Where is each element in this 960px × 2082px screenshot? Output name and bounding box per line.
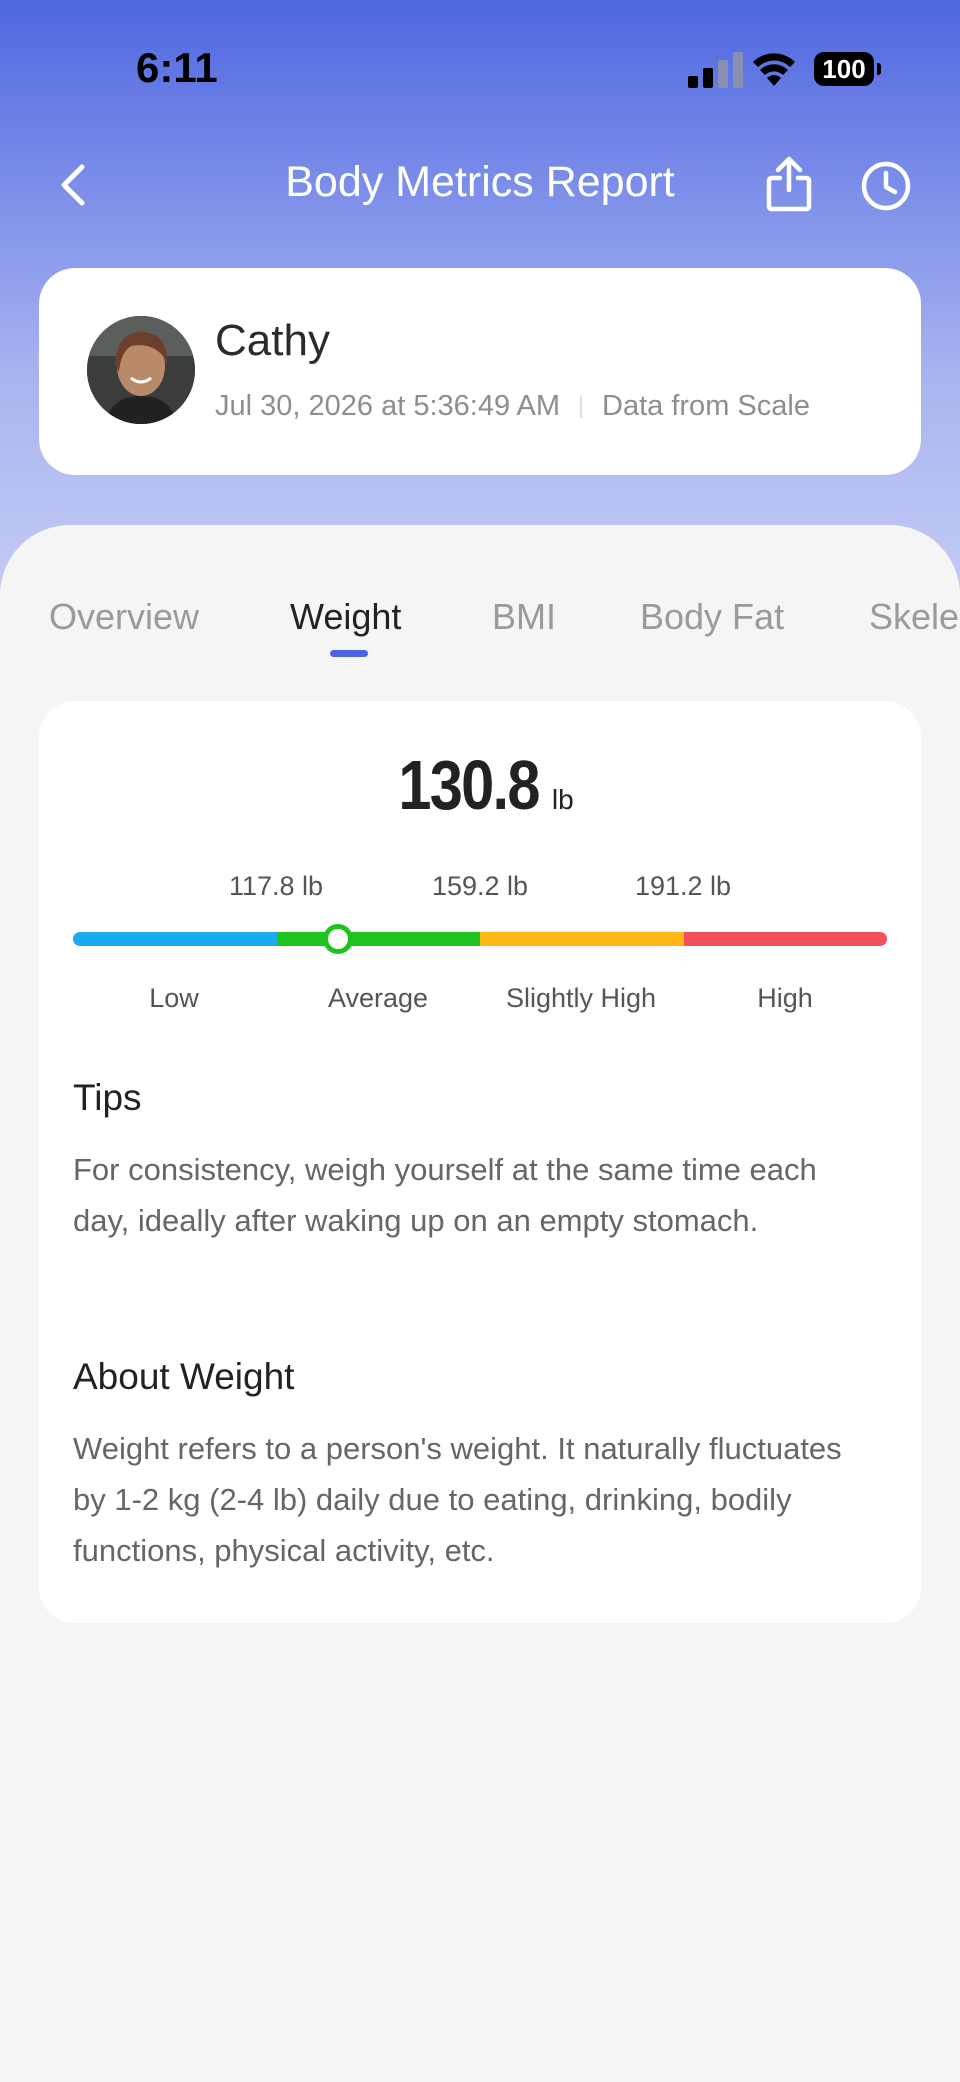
active-tab-indicator <box>330 650 368 657</box>
user-photo-icon <box>87 316 195 424</box>
weight-value: 130.8 <box>398 746 541 824</box>
weight-range-gauge <box>73 932 887 946</box>
wifi-icon <box>753 53 795 86</box>
share-button[interactable] <box>764 156 814 212</box>
tab-weight[interactable]: Weight <box>290 596 401 638</box>
range-label-low: Low <box>149 983 199 1013</box>
about-weight-body: Weight refers to a person's weight. It n… <box>73 1431 842 1568</box>
tab-skeletal[interactable]: Skele <box>869 596 959 638</box>
tab-overview[interactable]: Overview <box>49 596 199 638</box>
weight-card: 130.8 lb 117.8 lb 159.2 lb 191.2 lb Low … <box>39 701 921 1623</box>
user-name: Cathy <box>215 316 330 365</box>
tips-title: Tips <box>73 1077 142 1118</box>
share-icon <box>766 156 812 212</box>
weight-reading: 130.8 lb <box>39 745 921 825</box>
cellular-signal-icon <box>688 52 743 88</box>
tips-body: For consistency, weigh yourself at the s… <box>73 1152 817 1238</box>
gauge-segment-slightly-high <box>480 932 684 946</box>
tab-body-fat[interactable]: Body Fat <box>640 596 784 638</box>
threshold-slightly-high-high: 191.2 lb <box>634 871 732 901</box>
measurement-meta: Jul 30, 2026 at 5:36:49 AM Data from Sca… <box>215 390 810 423</box>
profile-card: Cathy Jul 30, 2026 at 5:36:49 AM Data fr… <box>39 268 921 475</box>
metric-tabs: Overview Weight BMI Body Fat Skele <box>0 596 960 656</box>
avatar[interactable] <box>87 316 195 424</box>
threshold-low-average: 117.8 lb <box>228 871 324 901</box>
gauge-segment-low <box>73 932 277 946</box>
about-weight-title: About Weight <box>73 1356 295 1397</box>
battery-level: 100 <box>822 53 866 84</box>
range-label-high: High <box>757 983 813 1013</box>
threshold-average-slightly-high: 159.2 lb <box>431 871 529 901</box>
weight-marker <box>323 924 354 954</box>
weight-unit: lb <box>551 784 574 815</box>
range-label-average: Average <box>327 983 429 1013</box>
page-title: Body Metrics Report <box>285 158 675 206</box>
gauge-segment-high <box>683 932 887 946</box>
tab-bmi[interactable]: BMI <box>492 596 556 638</box>
battery-icon: 100 <box>814 52 881 86</box>
history-button[interactable] <box>858 158 914 214</box>
data-source: Data from Scale <box>602 390 810 422</box>
measurement-timestamp: Jul 30, 2026 at 5:36:49 AM <box>215 390 561 422</box>
range-label-slightly-high: Slightly High <box>505 983 657 1013</box>
meta-divider <box>580 395 583 418</box>
gauge-segment-average <box>276 932 480 946</box>
clock-icon <box>861 161 911 211</box>
status-time: 6:11 <box>136 44 218 91</box>
